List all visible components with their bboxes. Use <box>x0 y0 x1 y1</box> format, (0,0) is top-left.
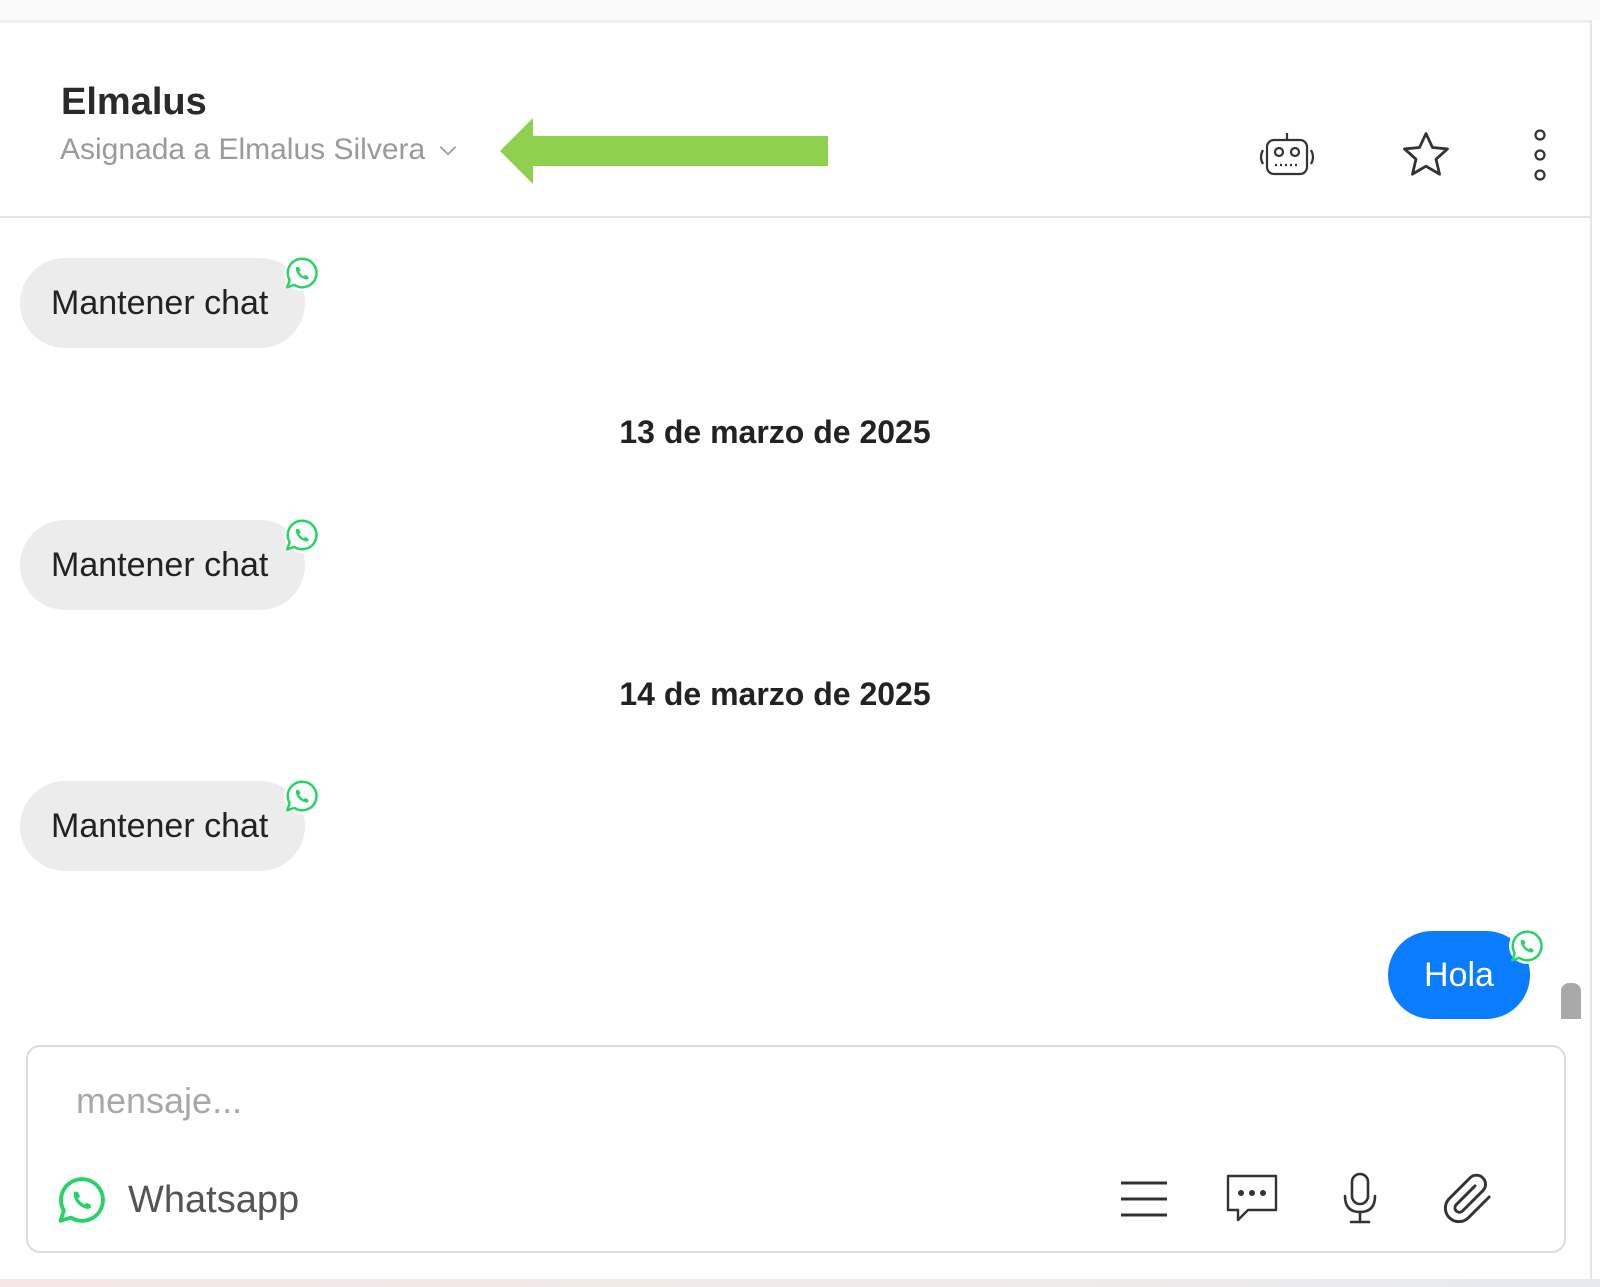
bottom-edge <box>0 1279 1600 1287</box>
chevron-down-icon <box>439 146 457 156</box>
message-bubble-incoming: Mantener chat <box>20 258 305 348</box>
annotation-arrow <box>500 118 828 184</box>
date-separator: 14 de marzo de 2025 <box>619 676 931 712</box>
message-bubble-incoming: Mantener chat <box>20 520 305 610</box>
attachment-icon[interactable] <box>1438 1169 1498 1229</box>
contact-name: Elmalus <box>61 81 207 123</box>
scrollbar-thumb[interactable] <box>1561 983 1581 1019</box>
channel-label: Whatsapp <box>128 1178 300 1221</box>
chat-header: Elmalus Asignada a Elmalus Silvera <box>0 23 1590 218</box>
whatsapp-icon <box>58 1177 105 1223</box>
more-vertical-icon[interactable] <box>1508 123 1572 187</box>
star-icon[interactable] <box>1394 123 1458 187</box>
templates-menu-icon[interactable] <box>1114 1169 1174 1229</box>
microphone-icon[interactable] <box>1330 1169 1390 1229</box>
robot-icon[interactable] <box>1255 123 1319 187</box>
message-composer: Whatsapp <box>26 1045 1566 1253</box>
whatsapp-icon <box>283 254 321 292</box>
top-edge <box>0 0 1600 23</box>
message-bubble-incoming: Mantener chat <box>20 781 305 871</box>
date-separator: 13 de marzo de 2025 <box>619 414 931 450</box>
whatsapp-icon <box>283 777 321 815</box>
message-input[interactable] <box>74 1075 1078 1127</box>
panel-right-edge <box>1590 20 1600 1282</box>
whatsapp-icon <box>1508 927 1546 965</box>
assignee-dropdown[interactable]: Asignada a Elmalus Silvera <box>60 133 461 167</box>
whatsapp-icon <box>283 516 321 554</box>
assignee-label: Asignada a Elmalus Silvera <box>60 133 426 166</box>
channel-selector[interactable]: Whatsapp <box>56 1174 299 1226</box>
quick-replies-icon[interactable] <box>1222 1169 1282 1229</box>
